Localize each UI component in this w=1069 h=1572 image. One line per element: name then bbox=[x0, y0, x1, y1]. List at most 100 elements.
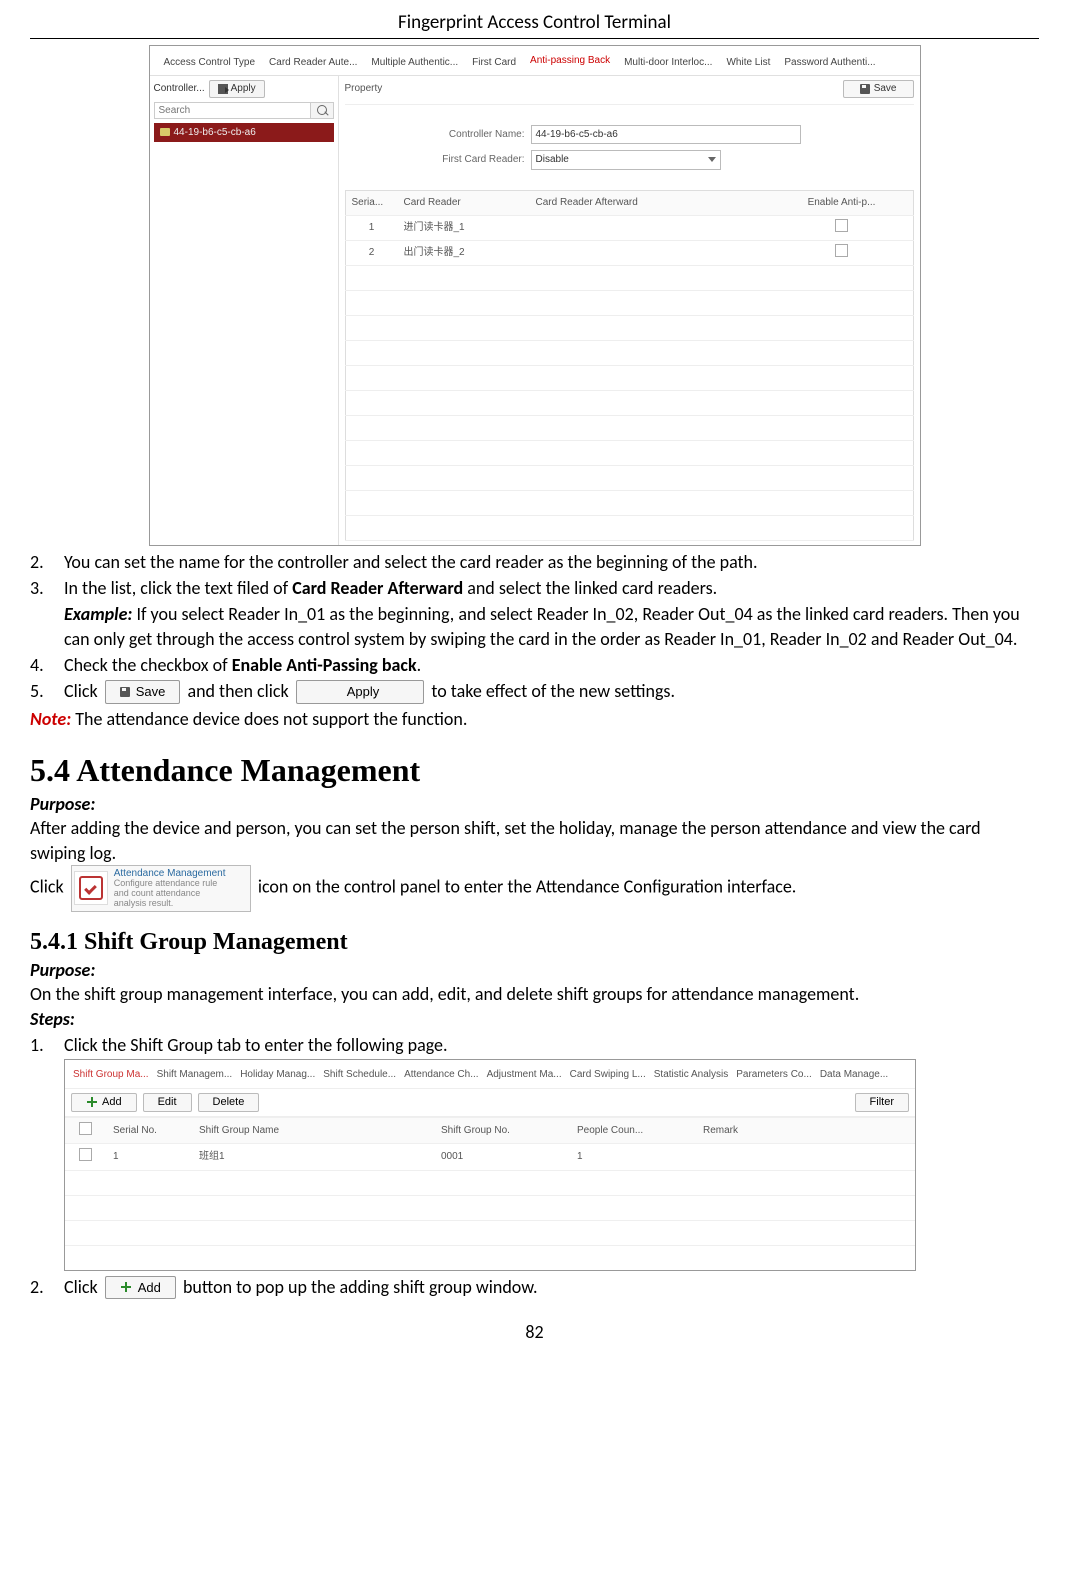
first-card-reader-select[interactable]: Disable bbox=[531, 150, 721, 170]
anti-passing-back-panel-screenshot: Access Control Type Card Reader Aute... … bbox=[149, 45, 921, 546]
tab-statistic-analysis[interactable]: Statistic Analysis bbox=[652, 1064, 730, 1088]
step-5-4-1-1: 1. Click the Shift Group tab to enter th… bbox=[30, 1033, 1039, 1057]
apply-button-inline[interactable]: Apply bbox=[296, 680, 425, 704]
purpose-label: Purpose: bbox=[30, 792, 1039, 816]
cell-enable-antip[interactable] bbox=[791, 240, 893, 265]
steps-label: Steps: bbox=[30, 1007, 1039, 1031]
add-button-toolbar[interactable]: Add bbox=[71, 1093, 137, 1112]
col-serial: Seria... bbox=[345, 190, 398, 215]
first-card-reader-label: First Card Reader: bbox=[425, 153, 525, 167]
apply-button-sidebar[interactable]: Apply bbox=[209, 80, 265, 98]
col-people-count: People Coun... bbox=[569, 1117, 695, 1144]
first-card-reader-value: Disable bbox=[536, 153, 569, 167]
purpose-label-2: Purpose: bbox=[30, 958, 1039, 982]
tab-anti-passing-back[interactable]: Anti-passing Back bbox=[524, 50, 616, 76]
tab-shift-schedule[interactable]: Shift Schedule... bbox=[321, 1064, 398, 1088]
cell-afterward[interactable] bbox=[530, 240, 791, 265]
cell-serial: 1 bbox=[345, 215, 398, 240]
controller-name-input[interactable]: 44-19-b6-c5-cb-a6 bbox=[531, 125, 801, 145]
checkbox-icon bbox=[835, 244, 848, 257]
tab-attendance-check[interactable]: Attendance Ch... bbox=[402, 1064, 481, 1088]
col-shift-group-no: Shift Group No. bbox=[433, 1117, 569, 1144]
search-icon bbox=[317, 105, 327, 115]
tab-data-manage[interactable]: Data Manage... bbox=[818, 1064, 890, 1088]
step-5: 5. Click Save and then click Apply to ta… bbox=[30, 679, 1039, 704]
controller-tree-item[interactable]: 44-19-b6-c5-cb-a6 bbox=[154, 123, 334, 143]
cell-remark bbox=[695, 1144, 891, 1171]
filter-button-toolbar[interactable]: Filter bbox=[855, 1093, 909, 1112]
cell-serial: 1 bbox=[105, 1144, 191, 1171]
card-reader-table: Seria... Card Reader Card Reader Afterwa… bbox=[345, 190, 914, 541]
col-card-reader: Card Reader bbox=[398, 190, 530, 215]
attendance-management-cp-icon[interactable]: Attendance Management Configure attendan… bbox=[71, 865, 251, 912]
apply-icon bbox=[218, 84, 228, 94]
tab-multi-door-interlock[interactable]: Multi-door Interloc... bbox=[618, 52, 718, 76]
edit-button-toolbar[interactable]: Edit bbox=[143, 1093, 192, 1112]
add-button-inline[interactable]: Add bbox=[105, 1276, 176, 1300]
apply-label: Apply bbox=[231, 82, 256, 96]
apply-label: Apply bbox=[347, 683, 380, 701]
tab-shift-group-mgmt[interactable]: Shift Group Ma... bbox=[71, 1064, 151, 1088]
click-cp-icon-line: Click Attendance Management Configure at… bbox=[30, 865, 1039, 912]
search-button[interactable] bbox=[311, 102, 334, 119]
tab-card-swiping-log[interactable]: Card Swiping L... bbox=[568, 1064, 648, 1088]
cell-checkbox[interactable] bbox=[65, 1144, 105, 1171]
tab-card-reader-auth[interactable]: Card Reader Aute... bbox=[263, 52, 363, 76]
tab-access-control-type[interactable]: Access Control Type bbox=[158, 52, 262, 76]
tab-adjustment-mgmt[interactable]: Adjustment Ma... bbox=[485, 1064, 564, 1088]
col-spacer bbox=[893, 190, 914, 215]
save-label: Save bbox=[874, 82, 897, 96]
col-checkbox[interactable] bbox=[65, 1117, 105, 1144]
table-row[interactable]: 2 出门读卡器_2 bbox=[345, 240, 913, 265]
controller-tree-label: 44-19-b6-c5-cb-a6 bbox=[174, 126, 256, 140]
cell-reader: 出门读卡器_2 bbox=[398, 240, 530, 265]
step-text: Click the Shift Group tab to enter the f… bbox=[64, 1033, 1039, 1057]
step-number: 4. bbox=[30, 653, 64, 677]
search-input[interactable] bbox=[154, 102, 311, 119]
col-enable-antip: Enable Anti-p... bbox=[791, 190, 893, 215]
plus-icon bbox=[120, 1281, 132, 1293]
tab-first-card[interactable]: First Card bbox=[466, 52, 522, 76]
step-text: You can set the name for the controller … bbox=[64, 550, 1039, 574]
tab-password-auth[interactable]: Password Authenti... bbox=[778, 52, 881, 76]
shift-group-panel-screenshot: Shift Group Ma... Shift Managem... Holid… bbox=[64, 1059, 916, 1270]
cell-afterward[interactable] bbox=[530, 215, 791, 240]
attendance-check-icon bbox=[74, 871, 108, 905]
cell-count: 1 bbox=[569, 1144, 695, 1171]
col-card-reader-afterward: Card Reader Afterward bbox=[530, 190, 791, 215]
table-row[interactable]: 1 进门读卡器_1 bbox=[345, 215, 913, 240]
add-label: Add bbox=[138, 1279, 161, 1297]
col-shift-group-name: Shift Group Name bbox=[191, 1117, 433, 1144]
table-row[interactable]: 1 班组1 0001 1 bbox=[65, 1144, 915, 1171]
cell-reader: 进门读卡器_1 bbox=[398, 215, 530, 240]
cell-serial: 2 bbox=[345, 240, 398, 265]
step-3-example: Example: If you select Reader In_01 as t… bbox=[64, 602, 1039, 651]
save-label: Save bbox=[136, 683, 166, 701]
save-button[interactable]: Save bbox=[843, 80, 914, 98]
step-3: 3. In the list, click the text filed of … bbox=[30, 576, 1039, 600]
tab-white-list[interactable]: White List bbox=[720, 52, 776, 76]
purpose-text: After adding the device and person, you … bbox=[30, 816, 1039, 865]
cp-icon-text: Attendance Management Configure attendan… bbox=[114, 868, 226, 909]
checkbox-icon bbox=[835, 219, 848, 232]
step-text: Click Add button to pop up the adding sh… bbox=[64, 1275, 1039, 1300]
step-text: In the list, click the text filed of Car… bbox=[64, 576, 1039, 600]
cell-no: 0001 bbox=[433, 1144, 569, 1171]
tab-shift-mgmt[interactable]: Shift Managem... bbox=[155, 1064, 235, 1088]
cell-enable-antip[interactable] bbox=[791, 215, 893, 240]
tab-holiday-mgmt[interactable]: Holiday Manag... bbox=[238, 1064, 317, 1088]
step-number: 2. bbox=[30, 550, 64, 574]
checkbox-icon bbox=[79, 1148, 92, 1161]
device-icon bbox=[160, 128, 170, 136]
step-number: 2. bbox=[30, 1275, 64, 1300]
checkbox-icon bbox=[79, 1122, 92, 1135]
purpose-text-2: On the shift group management interface,… bbox=[30, 982, 1039, 1006]
step-4: 4. Check the checkbox of Enable Anti-Pas… bbox=[30, 653, 1039, 677]
step-5-4-1-2: 2. Click Add button to pop up the adding… bbox=[30, 1275, 1039, 1300]
doc-header: Fingerprint Access Control Terminal bbox=[30, 10, 1039, 39]
delete-button-toolbar[interactable]: Delete bbox=[198, 1093, 260, 1112]
tab-multiple-auth[interactable]: Multiple Authentic... bbox=[365, 52, 464, 76]
tab-parameters-config[interactable]: Parameters Co... bbox=[734, 1064, 814, 1088]
step-text: Click Save and then click Apply to take … bbox=[64, 679, 1039, 704]
save-button-inline[interactable]: Save bbox=[105, 680, 181, 704]
